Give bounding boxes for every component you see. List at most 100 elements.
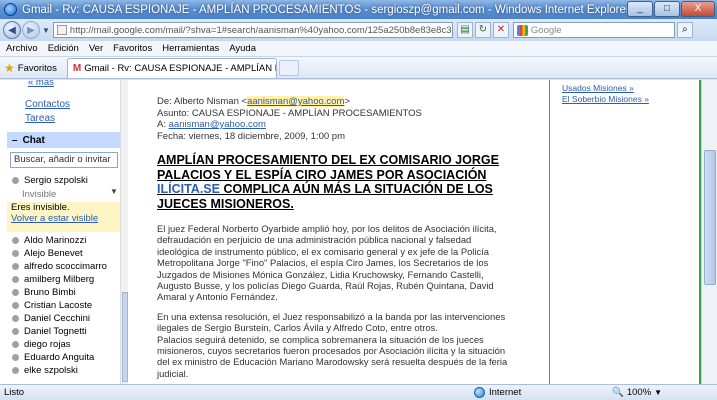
ad-link[interactable]: Usados Misiones » — [562, 83, 649, 94]
menu-archivo[interactable]: Archivo — [6, 43, 38, 54]
go-visible-link[interactable]: Volver a estar visible — [11, 213, 98, 224]
chat-contact[interactable]: Alejo Benevet — [12, 247, 112, 260]
sponsored-links: Usados Misiones » El Soberbio Misiones » — [550, 83, 649, 104]
star-icon: ★ — [4, 61, 15, 75]
page-scrollbar[interactable] — [701, 80, 717, 384]
compat-view-icon[interactable]: ▤ — [456, 22, 473, 38]
contact-name: Daniel Cecchini — [24, 313, 91, 324]
contact-name: Alejo Benevet — [24, 248, 83, 259]
close-button[interactable]: X — [681, 1, 715, 17]
contact-name: diego rojas — [24, 339, 71, 350]
window-title: Gmail - Rv: CAUSA ESPIONAJE - AMPLÍAN PR… — [22, 3, 630, 16]
menu-ayuda[interactable]: Ayuda — [229, 43, 256, 54]
zoom-dropdown-icon[interactable]: ▼ — [654, 388, 662, 397]
contact-name: amilberg Milberg — [24, 274, 95, 285]
menu-bar: Archivo Edición Ver Favoritos Herramient… — [0, 41, 717, 57]
collapse-icon[interactable]: – — [12, 135, 18, 146]
history-dropdown-icon[interactable]: ▼ — [42, 26, 50, 35]
status-dot-icon — [12, 177, 19, 184]
contact-name: Cristian Lacoste — [24, 300, 93, 311]
address-bar[interactable]: http://mail.google.com/mail/?shva=1#sear… — [52, 22, 453, 38]
chat-contact[interactable]: Daniel Tognetti — [12, 325, 112, 338]
my-status-text: Invisible — [22, 189, 57, 200]
chat-contact[interactable]: Aldo Marinozzi — [12, 234, 112, 247]
my-chat-status[interactable]: Sergio szpolski — [12, 175, 88, 186]
paragraph: En una extensa resolución, el Juez respo… — [157, 310, 506, 334]
status-dot-icon — [12, 276, 19, 283]
address-toolbar: ◀ ▶ ▼ http://mail.google.com/mail/?shva=… — [0, 19, 717, 41]
menu-favoritos[interactable]: Favoritos — [113, 43, 152, 54]
status-dropdown-icon[interactable]: ▼ — [110, 187, 118, 196]
page-scroll-thumb[interactable] — [704, 150, 716, 285]
zone-label: Internet — [489, 387, 522, 398]
chat-search-input[interactable]: Buscar, añadir o invitar — [10, 152, 118, 168]
security-zone: Internet — [474, 387, 594, 398]
message-body: De: Alberto Nisman <aanisman@yahoo.com> … — [130, 80, 546, 384]
status-dot-icon — [12, 354, 19, 361]
from-name: Alberto Nisman — [173, 96, 239, 107]
search-go-icon[interactable]: ⌕ — [676, 22, 693, 38]
my-name: Sergio szpolski — [24, 175, 88, 186]
back-button[interactable]: ◀ — [3, 21, 21, 39]
address-url[interactable]: http://mail.google.com/mail/?shva=1#sear… — [70, 25, 452, 36]
more-link[interactable]: « más — [28, 80, 54, 88]
from-label: De: — [157, 96, 172, 107]
to-label: A: — [157, 119, 166, 130]
search-placeholder[interactable]: Google — [531, 25, 562, 36]
contacts-link[interactable]: Contactos — [25, 99, 70, 110]
menu-edicion[interactable]: Edición — [48, 43, 79, 54]
zoom-level: 100% — [626, 387, 652, 398]
refresh-icon[interactable]: ↻ — [474, 22, 491, 38]
gmail-left-nav: « más Contactos Tareas – Chat Buscar, añ… — [0, 80, 120, 384]
headline-link[interactable]: ILÍCITA.SE — [157, 182, 220, 196]
contact-name: Eduardo Anguita — [24, 352, 95, 363]
zoom-control[interactable]: 🔍 100% ▼ — [612, 387, 662, 398]
chat-contact[interactable]: alfredo scoccimarro — [12, 260, 112, 273]
tab-title: Gmail - Rv: CAUSA ESPIONAJE - AMPLÍAN PR… — [84, 63, 276, 74]
chat-title: Chat — [22, 134, 45, 146]
menu-ver[interactable]: Ver — [89, 43, 103, 54]
to-email-link[interactable]: aanisman@yahoo.com — [169, 119, 266, 130]
from-email-link[interactable]: aanisman@yahoo.com — [247, 96, 345, 107]
chat-contact[interactable]: Eduardo Anguita — [12, 351, 112, 364]
contact-name: elke szpolski — [24, 365, 78, 376]
status-dot-icon — [12, 328, 19, 335]
forward-button[interactable]: ▶ — [22, 21, 40, 39]
favorites-label: Favoritos — [17, 62, 57, 74]
tab-gmail[interactable]: M Gmail - Rv: CAUSA ESPIONAJE - AMPLÍAN … — [66, 58, 277, 78]
subject-text: CAUSA ESPIONAJE - AMPLÍAN PROCESAMIENTOS — [191, 107, 422, 119]
status-dot-icon — [12, 263, 19, 270]
invisible-notice: Eres invisible. Volver a estar visible — [7, 202, 120, 232]
status-dot-icon — [12, 341, 19, 348]
address-tools: ▤ ↻ ✕ — [456, 22, 509, 38]
subject-line: Asunto: CAUSA ESPIONAJE - AMPLÍAN PROCES… — [157, 108, 422, 120]
ad-link[interactable]: El Soberbio Misiones » — [562, 94, 649, 105]
paragraph: El juez Federal Norberto Oyarbide amplió… — [157, 223, 497, 303]
chat-header[interactable]: – Chat — [7, 132, 120, 148]
status-dot-icon — [12, 302, 19, 309]
contact-name: alfredo scoccimarro — [24, 261, 107, 272]
menu-herramientas[interactable]: Herramientas — [162, 43, 219, 54]
chat-scroll-thumb[interactable] — [122, 292, 128, 382]
chat-contact[interactable]: amilberg Milberg — [12, 273, 112, 286]
minimize-button[interactable]: _ — [627, 1, 653, 17]
headline-part-1: AMPLÍAN PROCESAMIENTO DEL EX COMISARIO J… — [157, 153, 499, 182]
tasks-link[interactable]: Tareas — [25, 113, 55, 124]
date-line: Fecha: viernes, 18 diciembre, 2009, 1:00… — [157, 131, 422, 143]
date-text: viernes, 18 diciembre, 2009, 1:00 pm — [188, 130, 345, 142]
status-dot-icon — [12, 289, 19, 296]
chat-scrollbar[interactable] — [120, 80, 128, 384]
from-line: De: Alberto Nisman <aanisman@yahoo.com> — [157, 96, 350, 107]
chat-contact[interactable]: diego rojas — [12, 338, 112, 351]
new-tab-button[interactable] — [278, 60, 299, 76]
chat-contact[interactable]: Daniel Cecchini — [12, 312, 112, 325]
maximize-button[interactable]: □ — [654, 1, 680, 17]
chat-contact[interactable]: Cristian Lacoste — [12, 299, 112, 312]
chat-contact[interactable]: elke szpolski — [12, 364, 112, 377]
stop-icon[interactable]: ✕ — [492, 22, 509, 38]
favorites-button[interactable]: ★ Favoritos — [4, 58, 65, 78]
chat-contact[interactable]: Bruno Bimbi — [12, 286, 112, 299]
page-icon — [56, 25, 67, 35]
search-box[interactable]: Google — [512, 22, 675, 38]
status-dot-icon — [12, 315, 19, 322]
